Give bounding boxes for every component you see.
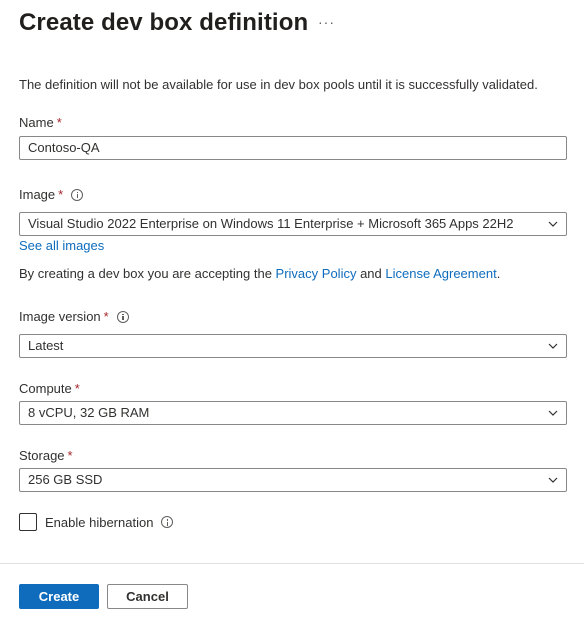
image-label: Image [19,187,56,202]
storage-label: Storage [19,448,65,463]
image-dropdown-value: Visual Studio 2022 Enterprise on Windows… [28,216,514,231]
hibernation-row: Enable hibernation [19,513,174,531]
image-version-label-row: Image version * [19,309,129,324]
page-title: Create dev box definition [19,9,309,36]
required-indicator: * [56,115,62,130]
compute-label-row: Compute * [19,381,80,396]
chevron-down-icon [548,343,558,349]
footer-divider [0,563,584,564]
name-label: Name [19,115,54,130]
compute-label: Compute [19,381,72,396]
chevron-down-icon [548,410,558,416]
image-version-value: Latest [28,338,64,353]
image-version-dropdown[interactable]: Latest [19,334,567,358]
info-icon[interactable] [116,310,129,323]
info-icon[interactable] [71,188,84,201]
compute-dropdown[interactable]: 8 vCPU, 32 GB RAM [19,401,567,425]
chevron-down-icon [548,477,558,483]
storage-value: 256 GB SSD [28,472,103,487]
name-label-row: Name * [19,115,62,130]
name-input-value: Contoso-QA [28,140,100,155]
storage-label-row: Storage * [19,448,73,463]
image-label-row: Image * [19,187,84,202]
required-indicator: * [103,309,109,324]
consent-suffix: . [496,266,501,281]
privacy-policy-link[interactable]: Privacy Policy [276,266,357,281]
consent-text: By creating a dev box you are accepting … [19,266,500,281]
compute-value: 8 vCPU, 32 GB RAM [28,405,150,420]
validation-notice: The definition will not be available for… [19,77,538,92]
license-agreement-link[interactable]: License Agreement [385,266,496,281]
required-indicator: * [58,187,64,202]
chevron-down-icon [548,221,558,227]
see-all-images-link[interactable]: See all images [19,238,104,253]
hibernation-checkbox[interactable] [19,513,37,531]
image-version-label: Image version [19,309,101,324]
create-button[interactable]: Create [19,584,99,609]
consent-prefix: By creating a dev box you are accepting … [19,266,276,281]
cancel-button[interactable]: Cancel [107,584,188,609]
storage-dropdown[interactable]: 256 GB SSD [19,468,567,492]
required-indicator: * [74,381,80,396]
consent-and: and [356,266,386,281]
name-input[interactable]: Contoso-QA [19,136,567,160]
required-indicator: * [67,448,73,463]
hibernation-label[interactable]: Enable hibernation [45,515,153,530]
more-options-button[interactable]: ··· [318,14,335,30]
info-icon[interactable] [161,516,174,528]
image-dropdown[interactable]: Visual Studio 2022 Enterprise on Windows… [19,212,567,236]
